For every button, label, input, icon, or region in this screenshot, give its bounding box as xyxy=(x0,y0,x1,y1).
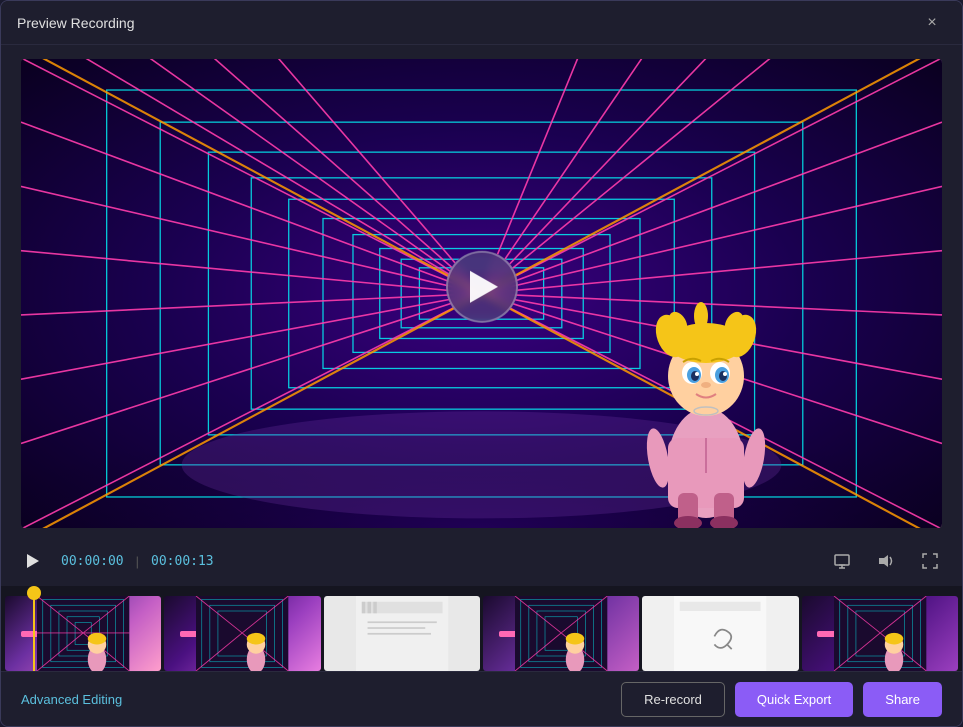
time-separator: | xyxy=(136,554,139,569)
thumbnail-6[interactable] xyxy=(802,596,958,671)
play-icon xyxy=(470,270,498,302)
thumbnail-2[interactable] xyxy=(164,596,320,671)
timeline-line xyxy=(33,593,35,671)
bottom-bar: Advanced Editing Re-record Quick Export … xyxy=(1,671,962,726)
thumb-6-svg xyxy=(802,596,958,671)
play-pause-icon xyxy=(24,552,42,570)
window-title: Preview Recording xyxy=(17,15,135,31)
avatar-character xyxy=(636,298,776,528)
close-button[interactable]: × xyxy=(918,9,946,37)
time-total: 00:00:13 xyxy=(151,554,214,569)
advanced-editing-link[interactable]: Advanced Editing xyxy=(21,692,122,707)
fullscreen-button[interactable] xyxy=(914,545,946,577)
thumbnails-strip xyxy=(1,596,962,671)
screen-size-button[interactable] xyxy=(826,545,858,577)
video-container xyxy=(21,59,942,528)
preview-recording-window: Preview Recording × xyxy=(0,0,963,727)
thumb-5-svg xyxy=(642,596,798,671)
thumbnail-4[interactable] xyxy=(483,596,639,671)
action-buttons: Re-record Quick Export Share xyxy=(621,682,942,717)
quick-export-button[interactable]: Quick Export xyxy=(735,682,853,717)
video-background xyxy=(21,59,942,528)
share-button[interactable]: Share xyxy=(863,682,942,717)
thumb-2-svg xyxy=(164,596,320,671)
thumb-3-svg xyxy=(324,596,480,671)
timeline-container xyxy=(1,586,962,671)
rerecord-button[interactable]: Re-record xyxy=(621,682,725,717)
thumb-1-svg xyxy=(5,596,161,671)
screen-size-icon xyxy=(833,552,851,570)
time-current: 00:00:00 xyxy=(61,554,124,569)
thumbnail-1[interactable] xyxy=(5,596,161,671)
controls-bar: 00:00:00 | 00:00:13 xyxy=(1,536,962,586)
volume-icon xyxy=(877,552,895,570)
fullscreen-icon xyxy=(921,552,939,570)
volume-button[interactable] xyxy=(870,545,902,577)
thumbnail-5[interactable] xyxy=(642,596,798,671)
thumb-4-svg xyxy=(483,596,639,671)
thumbnail-3[interactable] xyxy=(324,596,480,671)
play-pause-button[interactable] xyxy=(17,545,49,577)
titlebar: Preview Recording × xyxy=(1,1,962,45)
play-button-overlay[interactable] xyxy=(446,250,518,322)
